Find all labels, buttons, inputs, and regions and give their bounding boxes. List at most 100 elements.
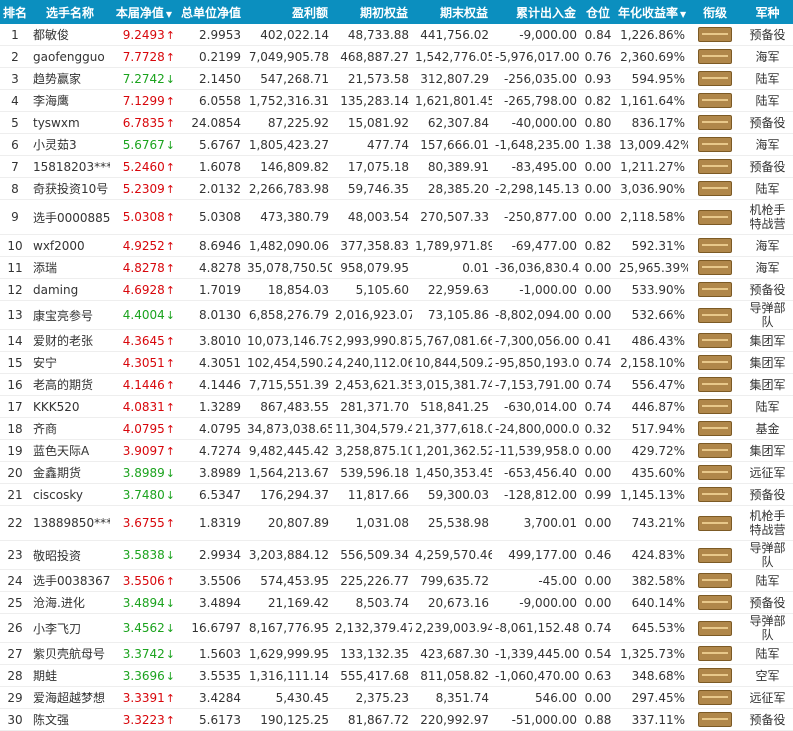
player-name-link[interactable]: 小李飞刀 [30, 613, 110, 643]
army-cell: 远征军 [742, 461, 793, 484]
player-name-link[interactable]: 选手0000885 [30, 199, 110, 235]
rank-cell: 26 [0, 613, 30, 643]
player-name-link[interactable]: 蓝色天际A [30, 439, 110, 462]
table-row[interactable]: 17 KKK520 4.0831↑ 1.3289 867,483.55 281,371.7… [0, 395, 793, 418]
start-equity-cell: 5,105.60 [332, 278, 412, 301]
table-row[interactable]: 2 gaofengguo 7.7728↑ 0.2199 7,049,905.78 468,… [0, 45, 793, 68]
header-annual-sortable[interactable]: 年化收益率 ▼ [616, 0, 688, 24]
table-row[interactable]: 18 齐商 4.0795↑ 4.0795 34,873,038.65 11,304,579… [0, 417, 793, 440]
army-cell: 导弹部队 [742, 300, 793, 330]
profit-cell: 146,809.82 [244, 155, 332, 178]
table-row[interactable]: 11 添瑞 4.8278↑ 4.8278 35,078,750.50 958,079.95… [0, 256, 793, 279]
table-row[interactable]: 4 李海鹰 7.1299↑ 6.0558 1,752,316.31 135,283.14 1… [0, 89, 793, 112]
player-name-link[interactable]: 奇获投资10号 [30, 177, 110, 200]
rank-cell: 8 [0, 177, 30, 200]
table-row[interactable]: 19 蓝色天际A 3.9097↑ 4.7274 9,482,445.42 3,258,87… [0, 439, 793, 462]
rank-cell: 25 [0, 591, 30, 614]
profit-cell: 1,482,090.06 [244, 234, 332, 257]
table-row[interactable]: 26 小李飞刀 3.4562↓ 16.6797 8,167,776.95 2,132,37… [0, 613, 793, 643]
table-row[interactable]: 14 爱财的老张 4.3645↑ 3.8010 10,073,146.79 2,993,9… [0, 329, 793, 352]
nav-cell: 5.2309↑ [110, 177, 178, 200]
nav-cell: 9.2493↑ [110, 24, 178, 46]
player-name-link[interactable]: KKK520 [30, 395, 110, 418]
table-row[interactable]: 28 期蛙 3.3696↓ 3.5535 1,316,111.14 555,417.68 8… [0, 664, 793, 687]
table-row[interactable]: 23 敬昭投资 3.5838↓ 2.9934 3,203,884.12 556,509.3… [0, 540, 793, 570]
player-name-link[interactable]: 15818203*** [30, 155, 110, 178]
table-row[interactable]: 10 wxf2000 4.9252↑ 8.6946 1,482,090.06 377,35… [0, 234, 793, 257]
header-nav-sortable[interactable]: 本届净值 ▼ [110, 0, 178, 24]
player-name-link[interactable]: 趋势赢家 [30, 67, 110, 90]
table-row[interactable]: 1 都敏俊 9.2493↑ 2.9953 402,022.14 48,733.88 441,… [0, 24, 793, 46]
player-name-link[interactable]: 老高的期货 [30, 373, 110, 396]
player-name-link[interactable]: wxf2000 [30, 234, 110, 257]
player-name-link[interactable]: ciscosky [30, 483, 110, 506]
table-row[interactable]: 12 daming 4.6928↑ 1.7019 18,854.03 5,105.60 22… [0, 278, 793, 301]
player-name-link[interactable]: 金鑫期货 [30, 461, 110, 484]
table-row[interactable]: 21 ciscosky 3.7480↓ 6.5347 176,294.37 11,817.… [0, 483, 793, 506]
end-equity-cell: 441,756.02 [412, 24, 492, 46]
table-row[interactable]: 25 沧海.进化 3.4894↓ 3.4894 21,169.42 8,503.74 20,… [0, 591, 793, 614]
table-row[interactable]: 27 紫贝壳航母号 3.3742↓ 1.5603 1,629,999.95 133,132… [0, 642, 793, 665]
player-name-link[interactable]: 小灵茹3 [30, 133, 110, 156]
table-row[interactable]: 3 趋势赢家 7.2742↓ 2.1450 547,268.71 21,573.58 312… [0, 67, 793, 90]
player-name-link[interactable]: 添瑞 [30, 256, 110, 279]
army-cell: 机枪手特战营 [742, 199, 793, 235]
nav-value: 7.2742 [122, 71, 165, 86]
table-row[interactable]: 16 老高的期货 4.1446↑ 4.1446 7,715,551.39 2,453,62… [0, 373, 793, 396]
nav-cell: 7.7728↑ [110, 45, 178, 68]
player-name-link[interactable]: 康宝亮参号 [30, 300, 110, 330]
table-row[interactable]: 22 13889850*** 3.6755↑ 1.8319 20,807.89 1,031… [0, 505, 793, 541]
rank-cell: 18 [0, 417, 30, 440]
player-name-link[interactable]: 爱海超越梦想 [30, 686, 110, 709]
arrow-up-icon: ↑ [165, 713, 175, 727]
total-nav-cell: 2.9934 [178, 540, 244, 570]
total-nav-cell: 2.1450 [178, 67, 244, 90]
table-row[interactable]: 15安宁4.3051↑4.3051102,454,590.224,240,112… [0, 351, 793, 374]
rank-cell: 5 [0, 111, 30, 134]
player-name-link[interactable]: tyswxm [30, 111, 110, 134]
player-name-link[interactable]: 齐商 [30, 417, 110, 440]
table-row[interactable]: 24 选手0038367 3.5506↑ 3.5506 574,453.95 225,22… [0, 569, 793, 592]
player-name-link[interactable]: 都敏俊 [30, 24, 110, 46]
net-flow-cell: -128,812.00 [492, 483, 580, 506]
player-name-link[interactable]: 李海鹰 [30, 89, 110, 112]
table-row[interactable]: 13 康宝亮参号 4.4004↓ 8.0130 6,858,276.79 2,016,92… [0, 300, 793, 330]
table-row[interactable]: 7 15818203*** 5.2460↑ 1.6078 146,809.82 17,07… [0, 155, 793, 178]
table-row[interactable]: 8 奇获投资10号 5.2309↑ 2.0132 2,266,783.98 59,746.… [0, 177, 793, 200]
player-name-link[interactable]: 13889850*** [30, 505, 110, 541]
annual-return-cell: 1,325.73% [616, 642, 688, 665]
table-row[interactable]: 30 陈文强 3.3223↑ 5.6173 190,125.25 81,867.72 220… [0, 708, 793, 731]
table-row[interactable]: 29 爱海超越梦想 3.3391↑ 3.4284 5,430.45 2,375.23 8,3… [0, 686, 793, 709]
table-row[interactable]: 5 tyswxm 6.7835↑ 24.0854 87,225.92 15,081.92 6… [0, 111, 793, 134]
sort-down-icon: ▼ [680, 9, 687, 19]
player-name-link[interactable]: 陈文强 [30, 708, 110, 731]
arrow-down-icon: ↓ [165, 622, 175, 635]
player-name-link[interactable]: 紫贝壳航母号 [30, 642, 110, 665]
rank-insignia-icon [698, 159, 732, 174]
table-row[interactable]: 9 选手0000885 5.0308↑ 5.0308 473,380.79 48,003.… [0, 199, 793, 235]
player-name-link[interactable]: daming [30, 278, 110, 301]
table-row[interactable]: 6 小灵茹3 5.6767↓ 5.6767 1,805,423.27 477.74 157,… [0, 133, 793, 156]
player-name-link[interactable]: 爱财的老张 [30, 329, 110, 352]
table-row[interactable]: 20 金鑫期货 3.8989↓ 3.8989 1,564,213.67 539,596.1… [0, 461, 793, 484]
annual-return-cell: 743.21% [616, 505, 688, 541]
player-name-link[interactable]: 选手0038367 [30, 569, 110, 592]
rank-insignia-icon [698, 181, 732, 196]
arrow-down-icon: ↓ [165, 669, 175, 683]
rank-insignia-icon [698, 421, 732, 436]
position-cell: 0.00 [580, 256, 616, 279]
player-name-link[interactable]: gaofengguo [30, 45, 110, 68]
player-name-link[interactable]: 期蛙 [30, 664, 110, 687]
player-name-link[interactable]: 敬昭投资 [30, 540, 110, 570]
annual-return-cell: 1,145.13% [616, 483, 688, 506]
end-equity-cell: 4,259,570.46 [412, 540, 492, 570]
player-name-link[interactable]: 安宁 [30, 351, 110, 374]
header-start-equity: 期初权益 [359, 5, 408, 20]
player-name-link[interactable]: 沧海.进化 [30, 591, 110, 614]
nav-value: 5.2460 [122, 159, 165, 174]
start-equity-cell: 59,746.35 [332, 177, 412, 200]
annual-return-cell: 836.17% [616, 111, 688, 134]
end-equity-cell: 3,015,381.74 [412, 373, 492, 396]
rank-badge-cell [688, 177, 742, 200]
start-equity-cell: 2,453,621.35 [332, 373, 412, 396]
